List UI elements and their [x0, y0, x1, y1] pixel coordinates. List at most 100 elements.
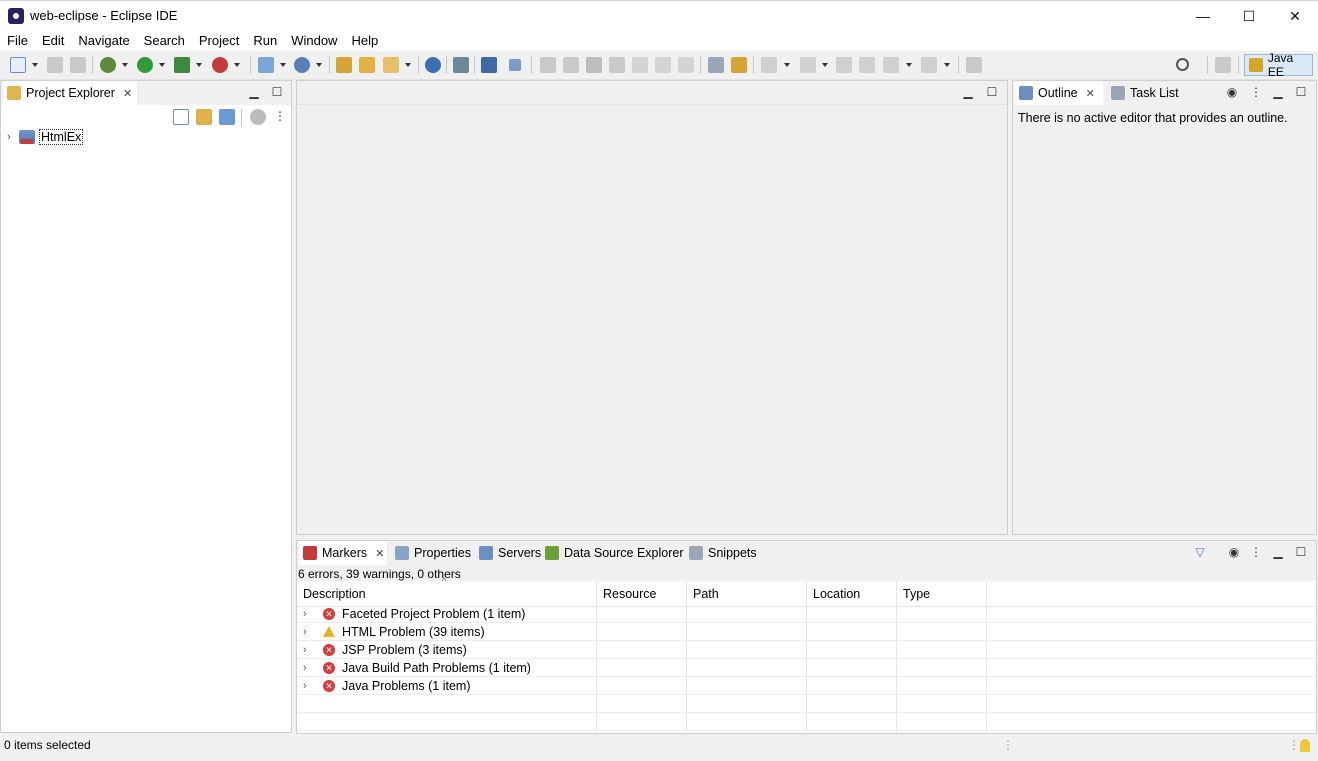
- search-icon[interactable]: [1176, 58, 1189, 71]
- table-row[interactable]: › HTML Problem (39 items): [297, 623, 1316, 641]
- open-type-icon[interactable]: [359, 57, 375, 73]
- step-return-icon[interactable]: [678, 57, 694, 73]
- chevron-right-icon[interactable]: ›: [303, 608, 315, 620]
- link-with-editor-icon[interactable]: [196, 109, 212, 125]
- minimize-view-button[interactable]: ▁: [1271, 85, 1285, 99]
- chevron-right-icon[interactable]: ›: [303, 662, 315, 674]
- tab-project-explorer[interactable]: Project Explorer ✕: [3, 81, 137, 105]
- last-edit-forward-icon[interactable]: [859, 57, 875, 73]
- previous-annotation-dropdown-icon[interactable]: [822, 63, 828, 67]
- previous-annotation-icon[interactable]: [800, 57, 816, 73]
- run-icon[interactable]: [137, 57, 153, 73]
- maximize-view-button[interactable]: ☐: [270, 85, 284, 99]
- chevron-right-icon[interactable]: ›: [303, 626, 315, 638]
- suspend-icon[interactable]: [563, 57, 579, 73]
- maximize-view-button[interactable]: ☐: [1294, 545, 1308, 559]
- maximize-view-button[interactable]: ☐: [1294, 85, 1308, 99]
- close-icon[interactable]: ✕: [1086, 87, 1095, 100]
- tab-markers[interactable]: Markers ✕: [299, 541, 387, 565]
- collapse-all-icon[interactable]: [173, 109, 189, 125]
- close-window-button[interactable]: ✕: [1272, 1, 1318, 31]
- column-header-location[interactable]: Location: [813, 587, 860, 601]
- menu-window[interactable]: Window: [284, 30, 344, 51]
- tab-data-source-explorer[interactable]: Data Source Explorer: [541, 541, 688, 565]
- chevron-right-icon[interactable]: ›: [303, 680, 315, 692]
- run-dropdown-icon[interactable]: [159, 63, 165, 67]
- tab-properties[interactable]: Properties: [391, 541, 475, 565]
- focus-active-task-icon[interactable]: [250, 109, 266, 125]
- menu-navigate[interactable]: Navigate: [71, 30, 136, 51]
- open-folder-icon[interactable]: [336, 57, 352, 73]
- next-annotation-icon[interactable]: [761, 57, 777, 73]
- tree-item-project[interactable]: › HtmlEx: [7, 129, 84, 145]
- close-icon[interactable]: ✕: [123, 87, 132, 100]
- external-tools-dropdown-icon[interactable]: [234, 63, 240, 67]
- perspective-java-ee-button[interactable]: Java EE: [1244, 51, 1313, 79]
- focus-task-icon[interactable]: ◉: [1227, 545, 1241, 559]
- last-edit-location-icon[interactable]: [836, 57, 852, 73]
- table-row[interactable]: › ✕ Faceted Project Problem (1 item): [297, 605, 1316, 623]
- terminate-icon[interactable]: [586, 57, 602, 73]
- menu-edit[interactable]: Edit: [35, 30, 71, 51]
- menu-search[interactable]: Search: [137, 30, 192, 51]
- console-icon[interactable]: [481, 57, 497, 73]
- menu-run[interactable]: Run: [246, 30, 284, 51]
- column-header-resource[interactable]: Resource: [603, 587, 657, 601]
- close-icon[interactable]: ✕: [375, 547, 384, 560]
- new-server-dropdown-icon[interactable]: [280, 63, 286, 67]
- menu-help[interactable]: Help: [344, 30, 385, 51]
- maximize-editor-button[interactable]: ☐: [985, 85, 999, 99]
- new-dropdown-icon[interactable]: [32, 63, 38, 67]
- mark-occurrences-icon[interactable]: [731, 57, 747, 73]
- new-server-icon[interactable]: [258, 57, 274, 73]
- pin-editor-icon[interactable]: [966, 57, 982, 73]
- table-row[interactable]: › ✕ JSP Problem (3 items): [297, 641, 1316, 659]
- save-all-icon[interactable]: [70, 57, 86, 73]
- view-menu-icon[interactable]: ⋮: [1249, 85, 1263, 99]
- tab-snippets[interactable]: Snippets: [685, 541, 761, 565]
- filter-icon[interactable]: ▽: [1193, 545, 1207, 559]
- step-over-icon[interactable]: [655, 57, 671, 73]
- minimize-view-button[interactable]: ▁: [1271, 545, 1285, 559]
- column-header-path[interactable]: Path: [693, 587, 719, 601]
- chevron-right-icon[interactable]: ›: [7, 131, 19, 143]
- web-browser-icon[interactable]: [425, 57, 441, 73]
- view-menu-icon[interactable]: ⋮: [1249, 545, 1263, 559]
- toggle-annotations-icon[interactable]: [708, 57, 724, 73]
- skip-breakpoints-icon[interactable]: [509, 59, 521, 71]
- column-header-type[interactable]: Type: [903, 587, 930, 601]
- tab-outline[interactable]: Outline ✕: [1015, 81, 1103, 105]
- menu-project[interactable]: Project: [192, 30, 246, 51]
- open-perspective-icon[interactable]: [1215, 57, 1231, 73]
- disconnect-icon[interactable]: [609, 57, 625, 73]
- open-task-icon[interactable]: [383, 57, 399, 73]
- minimize-view-button[interactable]: ▁: [247, 85, 261, 99]
- save-icon[interactable]: [47, 57, 63, 73]
- focus-task-icon[interactable]: ◉: [1225, 85, 1239, 99]
- table-row[interactable]: › ✕ Java Problems (1 item): [297, 677, 1316, 695]
- open-task-dropdown-icon[interactable]: [405, 63, 411, 67]
- back-icon[interactable]: [883, 57, 899, 73]
- resume-icon[interactable]: [540, 57, 556, 73]
- step-into-icon[interactable]: [632, 57, 648, 73]
- external-tools-icon[interactable]: [212, 57, 228, 73]
- tip-lightbulb-icon[interactable]: [1300, 739, 1310, 752]
- run-server-dropdown-icon[interactable]: [196, 63, 202, 67]
- back-dropdown-icon[interactable]: [906, 63, 912, 67]
- run-server-icon[interactable]: [174, 57, 190, 73]
- minimize-button[interactable]: —: [1180, 1, 1226, 31]
- maximize-button[interactable]: ☐: [1226, 1, 1272, 31]
- table-row[interactable]: › ✕ Java Build Path Problems (1 item): [297, 659, 1316, 677]
- column-header-description[interactable]: Description: [303, 587, 366, 601]
- new-web-dropdown-icon[interactable]: [316, 63, 322, 67]
- menu-file[interactable]: File: [0, 30, 35, 51]
- tab-task-list[interactable]: Task List: [1107, 81, 1183, 105]
- chevron-right-icon[interactable]: ›: [303, 644, 315, 656]
- search-toolbar-icon[interactable]: [453, 57, 469, 73]
- forward-icon[interactable]: [921, 57, 937, 73]
- tab-servers[interactable]: Servers: [475, 541, 545, 565]
- debug-icon[interactable]: [100, 57, 116, 73]
- filter-icon[interactable]: [219, 109, 235, 125]
- minimize-editor-button[interactable]: ▁: [961, 85, 975, 99]
- forward-dropdown-icon[interactable]: [944, 63, 950, 67]
